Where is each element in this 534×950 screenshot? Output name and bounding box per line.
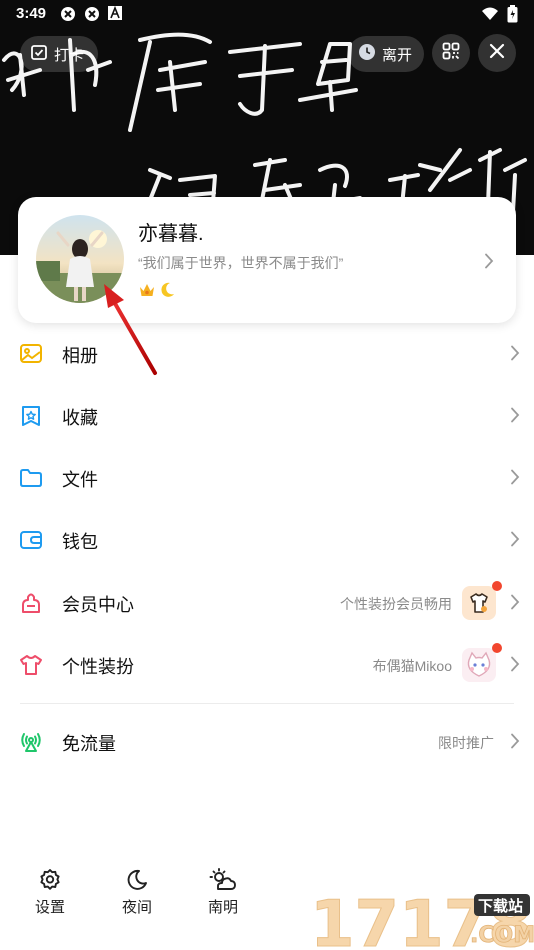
moon-icon bbox=[107, 868, 167, 892]
menu-item-label: 会员中心 bbox=[62, 595, 134, 615]
moon-icon bbox=[158, 281, 176, 304]
chevron-right-icon bbox=[510, 345, 520, 366]
menu-item-vip-center[interactable]: 会员中心 个性装扮会员畅用 bbox=[0, 572, 534, 634]
menu-item-album[interactable]: 相册 bbox=[0, 323, 534, 385]
weather-label: 南明 bbox=[207, 899, 238, 916]
status-time: 3:49 bbox=[16, 5, 47, 22]
watermark-badge: 下载站 bbox=[478, 897, 523, 915]
crown-icon bbox=[138, 281, 156, 304]
calendar-check-icon bbox=[30, 43, 48, 65]
menu-divider bbox=[20, 703, 514, 704]
menu-item-label: 文件 bbox=[62, 470, 98, 490]
vip-icon bbox=[19, 591, 43, 615]
theme-thumbnail bbox=[462, 648, 496, 682]
menu-item-subtitle: 个性装扮会员畅用 bbox=[340, 596, 452, 612]
app-notification-icon bbox=[60, 6, 76, 22]
settings-label: 设置 bbox=[34, 899, 65, 916]
menu-item-free-data[interactable]: 免流量 限时推广 bbox=[0, 711, 534, 773]
menu-item-label: 钱包 bbox=[62, 532, 98, 552]
night-label: 夜间 bbox=[121, 899, 152, 916]
menu-item-subtitle: 布偶猫Mikoo bbox=[372, 658, 452, 674]
checkin-button[interactable]: 打卡 bbox=[20, 36, 99, 72]
status-label: 离开 bbox=[382, 46, 413, 64]
gear-icon bbox=[20, 868, 80, 892]
checkin-label: 打卡 bbox=[54, 46, 85, 64]
menu-item-label: 个性装扮 bbox=[62, 657, 134, 677]
vip-promo-thumbnail bbox=[462, 586, 496, 620]
tshirt-icon bbox=[19, 653, 43, 677]
chevron-right-icon bbox=[510, 733, 520, 754]
qr-code-icon bbox=[442, 42, 460, 65]
album-icon bbox=[19, 342, 43, 366]
app-notification-icon bbox=[84, 6, 100, 22]
wifi-icon bbox=[481, 7, 499, 25]
close-icon bbox=[489, 43, 505, 64]
battery-icon bbox=[507, 5, 518, 27]
chevron-right-icon bbox=[510, 594, 520, 615]
chevron-right-icon bbox=[510, 656, 520, 677]
watermark-logo: 17178 下载站 .COM bbox=[306, 880, 534, 950]
clock-icon bbox=[358, 43, 376, 65]
free-data-icon bbox=[19, 730, 43, 754]
chevron-right-icon bbox=[510, 531, 520, 552]
partly-cloudy-icon bbox=[193, 868, 253, 892]
profile-card[interactable]: 亦暮暮. “我们属于世界，世界不属于我们” bbox=[18, 197, 516, 323]
menu-item-label: 相册 bbox=[62, 346, 98, 366]
night-mode-button[interactable]: 夜间 bbox=[107, 868, 167, 917]
a-notification-icon bbox=[108, 5, 124, 22]
profile-signature: “我们属于世界，世界不属于我们” bbox=[138, 255, 344, 271]
menu-item-favorites[interactable]: 收藏 bbox=[0, 385, 534, 447]
notification-dot bbox=[492, 581, 502, 591]
status-bar: 3:49 bbox=[0, 0, 534, 28]
weather-button[interactable]: 南明 bbox=[193, 868, 253, 917]
watermark-domain: .COM bbox=[470, 923, 534, 948]
folder-icon bbox=[19, 466, 43, 490]
notification-dot bbox=[492, 643, 502, 653]
favorites-icon bbox=[19, 404, 43, 428]
menu-item-wallet[interactable]: 钱包 bbox=[0, 509, 534, 571]
close-button[interactable] bbox=[478, 34, 516, 72]
chevron-right-icon bbox=[510, 407, 520, 428]
qr-code-button[interactable] bbox=[432, 34, 470, 72]
menu-item-subtitle: 限时推广 bbox=[438, 735, 494, 751]
menu-item-label: 收藏 bbox=[62, 408, 98, 428]
profile-name: 亦暮暮. bbox=[138, 223, 204, 245]
chevron-right-icon bbox=[510, 469, 520, 490]
menu-item-label: 免流量 bbox=[62, 734, 116, 754]
online-status-button[interactable]: 离开 bbox=[348, 36, 425, 72]
chevron-right-icon bbox=[484, 253, 494, 274]
avatar[interactable] bbox=[36, 215, 124, 303]
wallet-icon bbox=[19, 528, 43, 552]
menu-item-files[interactable]: 文件 bbox=[0, 447, 534, 509]
profile-badges[interactable] bbox=[138, 281, 176, 304]
settings-button[interactable]: 设置 bbox=[20, 868, 80, 917]
menu-item-personalize[interactable]: 个性装扮 布偶猫Mikoo bbox=[0, 634, 534, 696]
